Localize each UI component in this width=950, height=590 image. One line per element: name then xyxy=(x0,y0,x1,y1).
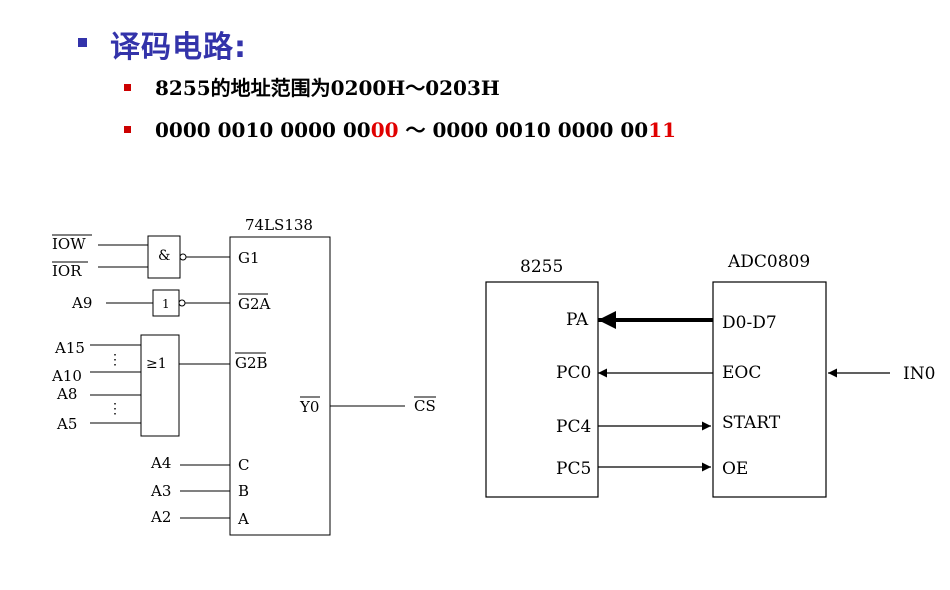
cs-label: CS xyxy=(414,397,436,415)
pc5-pin: PC5 xyxy=(556,459,591,479)
a9-label: A9 xyxy=(71,294,92,312)
ellipsis-lower: ⋮ xyxy=(108,401,122,417)
or-gate xyxy=(140,334,180,437)
ior-label: IOR xyxy=(52,262,82,280)
and-gate-bubble xyxy=(179,253,187,261)
a9-text: A9 xyxy=(71,294,92,312)
a2-label: A2 xyxy=(150,508,171,526)
iow-label: IOW xyxy=(52,235,86,253)
a-pin: A xyxy=(237,510,249,528)
a5-label: A5 xyxy=(56,415,77,433)
a4-label: A4 xyxy=(150,454,171,472)
pc4-pin: PC4 xyxy=(556,417,591,437)
b-pin: B xyxy=(238,482,249,500)
g2b-pin: G2B xyxy=(235,354,268,372)
or-gate-symbol: ≥1 xyxy=(146,356,167,372)
in0-label: IN0 xyxy=(903,364,935,384)
start-pin: START xyxy=(722,413,781,433)
not-gate-bubble xyxy=(178,299,186,307)
eoc-pin: EOC xyxy=(722,363,761,383)
a3-label: A3 xyxy=(150,482,171,500)
oe-pin: OE xyxy=(722,459,748,479)
pc0-pin: PC0 xyxy=(556,363,591,383)
and-gate-symbol: & xyxy=(158,248,170,264)
a10-label: A10 xyxy=(51,367,82,385)
decoder-circuit: 74LS138 IOW IOR & A9 1 A15 A10 A8 A5 ⋮ ⋮… xyxy=(51,216,436,536)
y0-pin: Y0 xyxy=(299,398,319,416)
decoder-chip-label: 74LS138 xyxy=(245,216,313,234)
not-gate-symbol: 1 xyxy=(162,297,170,311)
circuit-diagram: 74LS138 IOW IOR & A9 1 A15 A10 A8 A5 ⋮ ⋮… xyxy=(51,216,935,536)
chip-adc-label: ADC0809 xyxy=(727,252,810,272)
ellipsis-upper: ⋮ xyxy=(108,352,122,368)
a15-label: A15 xyxy=(54,339,85,357)
g2a-pin: G2A xyxy=(238,295,271,313)
c-pin: C xyxy=(238,456,249,474)
g1-pin: G1 xyxy=(238,249,260,267)
d0d7-pin: D0-D7 xyxy=(722,313,777,333)
pa-pin: PA xyxy=(566,310,589,330)
a8-label: A8 xyxy=(56,385,77,403)
interface-circuit: 8255 ADC0809 PA PC0 PC4 PC5 D0-D7 EOC ST… xyxy=(485,252,935,498)
chip-8255-label: 8255 xyxy=(520,257,563,277)
